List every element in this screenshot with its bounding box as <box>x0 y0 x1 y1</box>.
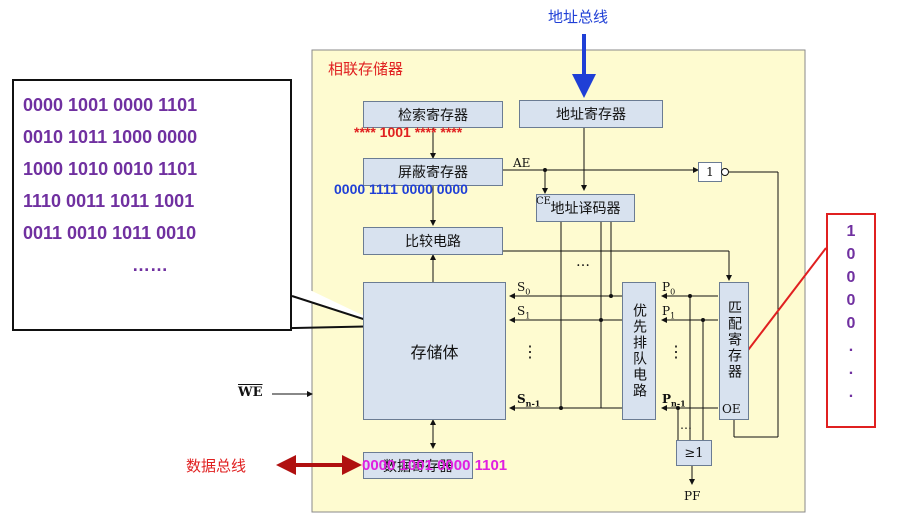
ce-signal-label: CE <box>536 196 551 207</box>
compare-circuit: 比较电路 <box>363 227 503 255</box>
data-register-value: 0000 1001 0000 1101 <box>362 457 508 474</box>
match-result-box: 1 0 0 0 0 . . . <box>826 213 876 428</box>
storage-body: 存储体 <box>363 282 506 420</box>
or-inputs-dots: … <box>680 418 692 432</box>
callout-line-2: 0010 1011 1000 0000 <box>23 127 198 147</box>
address-register: 地址寄存器 <box>519 100 663 128</box>
pn-label: Pn-1 <box>662 392 686 409</box>
pf-signal-label: PF <box>684 489 701 503</box>
callout-line-1: 0000 1001 0000 1101 <box>23 95 198 115</box>
mask-register-value: 0000 1111 0000 0000 <box>334 181 468 197</box>
callout-ellipsis: …… <box>132 255 168 275</box>
priority-queue-circuit: 优先排队电路 <box>622 282 656 420</box>
sn-label: Sn-1 <box>517 392 541 409</box>
not-gate-bubble <box>721 168 729 176</box>
we-signal-label: WE <box>238 385 263 400</box>
s-rows-dots: ⋮ <box>522 342 538 361</box>
memory-contents-callout: 0000 1001 0000 1101 0010 1011 1000 0000 … <box>12 79 292 331</box>
data-bus-label: 数据总线 <box>186 457 247 475</box>
match-bit-1: 0 <box>846 246 856 263</box>
associative-memory-diagram: 地址总线 相联存储器 检索寄存器 地址寄存器 屏蔽寄存器 地址译码器 比较电路 … <box>0 0 897 515</box>
not-gate: 1 <box>698 162 722 182</box>
callout-line-3: 1000 1010 0010 1101 <box>23 159 198 179</box>
match-bit-5: . <box>848 338 854 355</box>
search-register-value: **** 1001 **** **** <box>354 124 463 140</box>
match-bit-2: 0 <box>846 269 856 286</box>
match-bit-3: 0 <box>846 292 856 309</box>
oe-signal-label: OE <box>722 402 741 416</box>
associative-memory-title: 相联存储器 <box>328 60 404 78</box>
callout-line-4: 1110 0011 1011 1001 <box>23 191 195 211</box>
match-bit-0: 1 <box>846 223 856 240</box>
address-bus-label: 地址总线 <box>548 8 609 26</box>
p0-label: P0 <box>662 280 676 297</box>
s0-label: S0 <box>517 280 531 297</box>
p1-label: P1 <box>662 304 676 321</box>
match-bit-7: . <box>848 384 854 401</box>
match-register: 匹配寄存器 <box>719 282 749 397</box>
decoder-dots: … <box>576 254 590 270</box>
callout-line-5: 0011 0010 1011 0010 <box>23 223 197 243</box>
or-gate: ≥1 <box>676 440 712 466</box>
p-rows-dots: ⋮ <box>668 342 684 361</box>
match-bit-4: 0 <box>846 315 856 332</box>
match-bit-6: . <box>848 361 854 378</box>
ae-signal-label: AE <box>513 156 531 170</box>
s1-label: S1 <box>517 304 531 321</box>
